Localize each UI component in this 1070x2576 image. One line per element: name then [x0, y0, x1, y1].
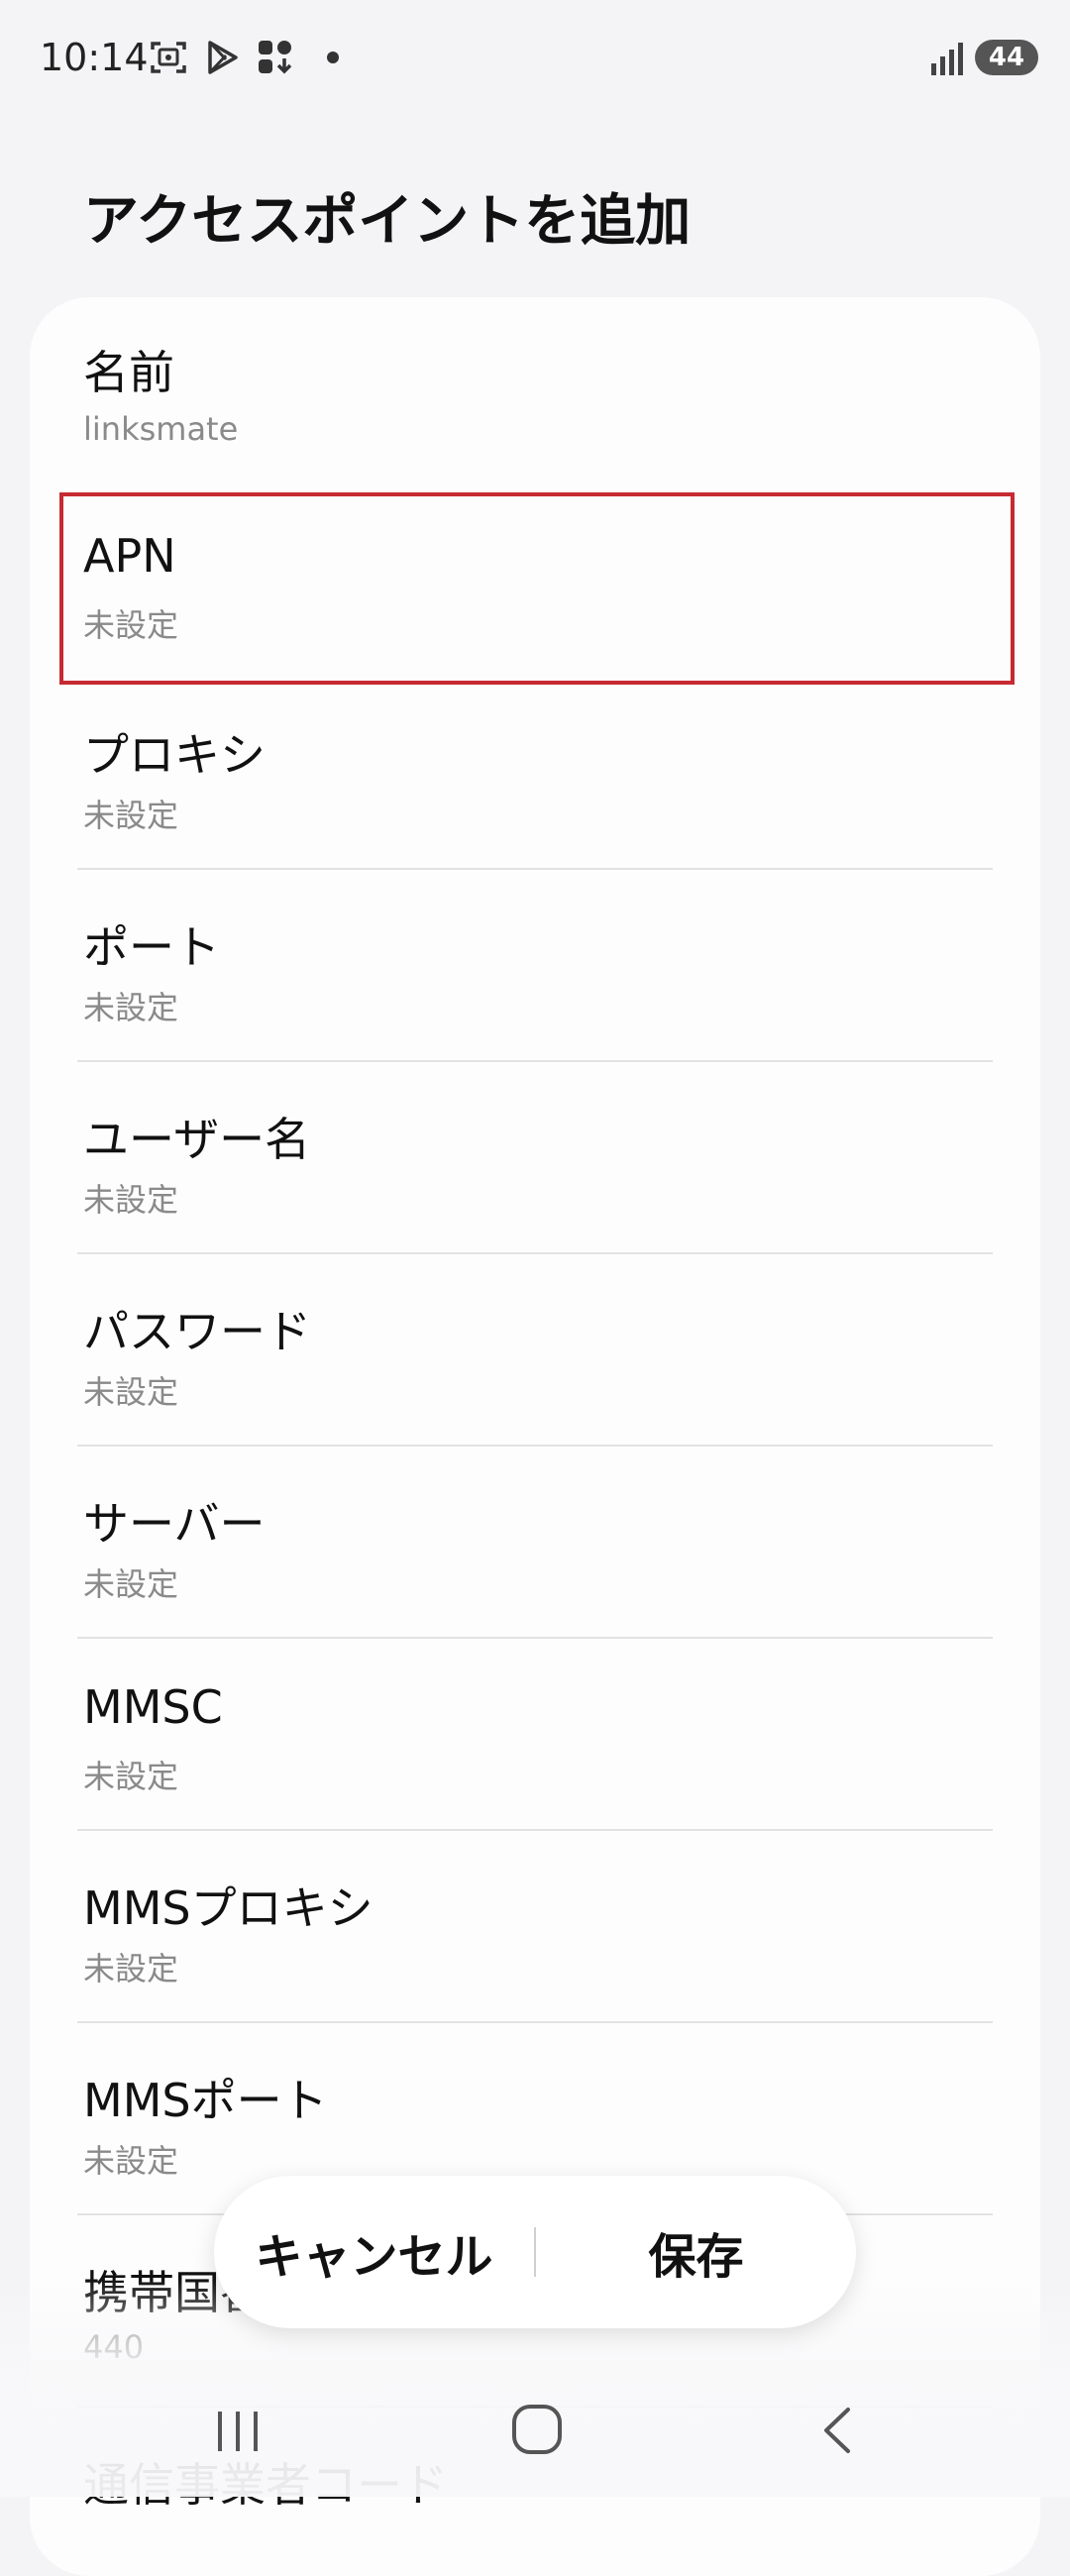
home-icon[interactable]: [509, 2402, 565, 2457]
cancel-button[interactable]: キャンセル: [214, 2176, 534, 2328]
more-notifications-dot: [327, 52, 339, 63]
setting-value: 未設定: [83, 1950, 179, 1987]
setting-row-apn[interactable]: APN 未設定: [30, 487, 1040, 678]
app-download-icon: [259, 41, 292, 74]
screenshot-icon: [151, 42, 186, 73]
status-bar: 10:14 44: [0, 0, 1070, 119]
setting-label: ポート: [83, 920, 220, 974]
setting-value: 未設定: [83, 606, 179, 644]
status-time: 10:14: [40, 36, 149, 79]
setting-value: 未設定: [83, 1181, 179, 1219]
setting-row-server[interactable]: サーバー 未設定: [30, 1447, 1040, 1637]
save-button[interactable]: 保存: [536, 2176, 856, 2328]
setting-value: 未設定: [83, 989, 179, 1026]
setting-row-name[interactable]: 名前 linksmate: [30, 297, 1040, 487]
play-store-icon: [208, 41, 238, 74]
setting-row-mmsc[interactable]: MMSC 未設定: [30, 1639, 1040, 1829]
setting-label: サーバー: [83, 1497, 266, 1551]
battery-indicator: 44: [975, 40, 1038, 75]
recents-icon[interactable]: [212, 2406, 264, 2457]
notification-icons: [149, 38, 339, 77]
setting-value: 未設定: [83, 1373, 179, 1411]
setting-label: MMSC: [83, 1680, 223, 1734]
signal-icon: [931, 43, 963, 75]
setting-row-mms-proxy[interactable]: MMSプロキシ 未設定: [30, 1831, 1040, 2021]
setting-row-password[interactable]: パスワード 未設定: [30, 1254, 1040, 1445]
action-bar: キャンセル 保存: [214, 2176, 856, 2328]
setting-label: プロキシ: [83, 728, 266, 782]
setting-value: linksmate: [83, 410, 239, 448]
setting-label: ユーザー名: [83, 1113, 311, 1166]
back-icon[interactable]: [814, 2404, 862, 2457]
setting-label: APN: [83, 529, 176, 583]
setting-row-proxy[interactable]: プロキシ 未設定: [30, 678, 1040, 868]
setting-row-username[interactable]: ユーザー名 未設定: [30, 1062, 1040, 1252]
setting-value: 未設定: [83, 1758, 179, 1795]
navigation-bar: [0, 2378, 1070, 2497]
setting-label: 名前: [83, 346, 174, 399]
setting-row-port[interactable]: ポート 未設定: [30, 870, 1040, 1060]
setting-label: MMSポート: [83, 2074, 328, 2127]
page-title: アクセスポイントを追加: [83, 189, 692, 254]
setting-value: 未設定: [83, 797, 179, 834]
setting-label: パスワード: [83, 1305, 311, 1358]
setting-value: 未設定: [83, 2142, 179, 2180]
setting-value: 未設定: [83, 1565, 179, 1603]
setting-label: MMSプロキシ: [83, 1881, 374, 1935]
